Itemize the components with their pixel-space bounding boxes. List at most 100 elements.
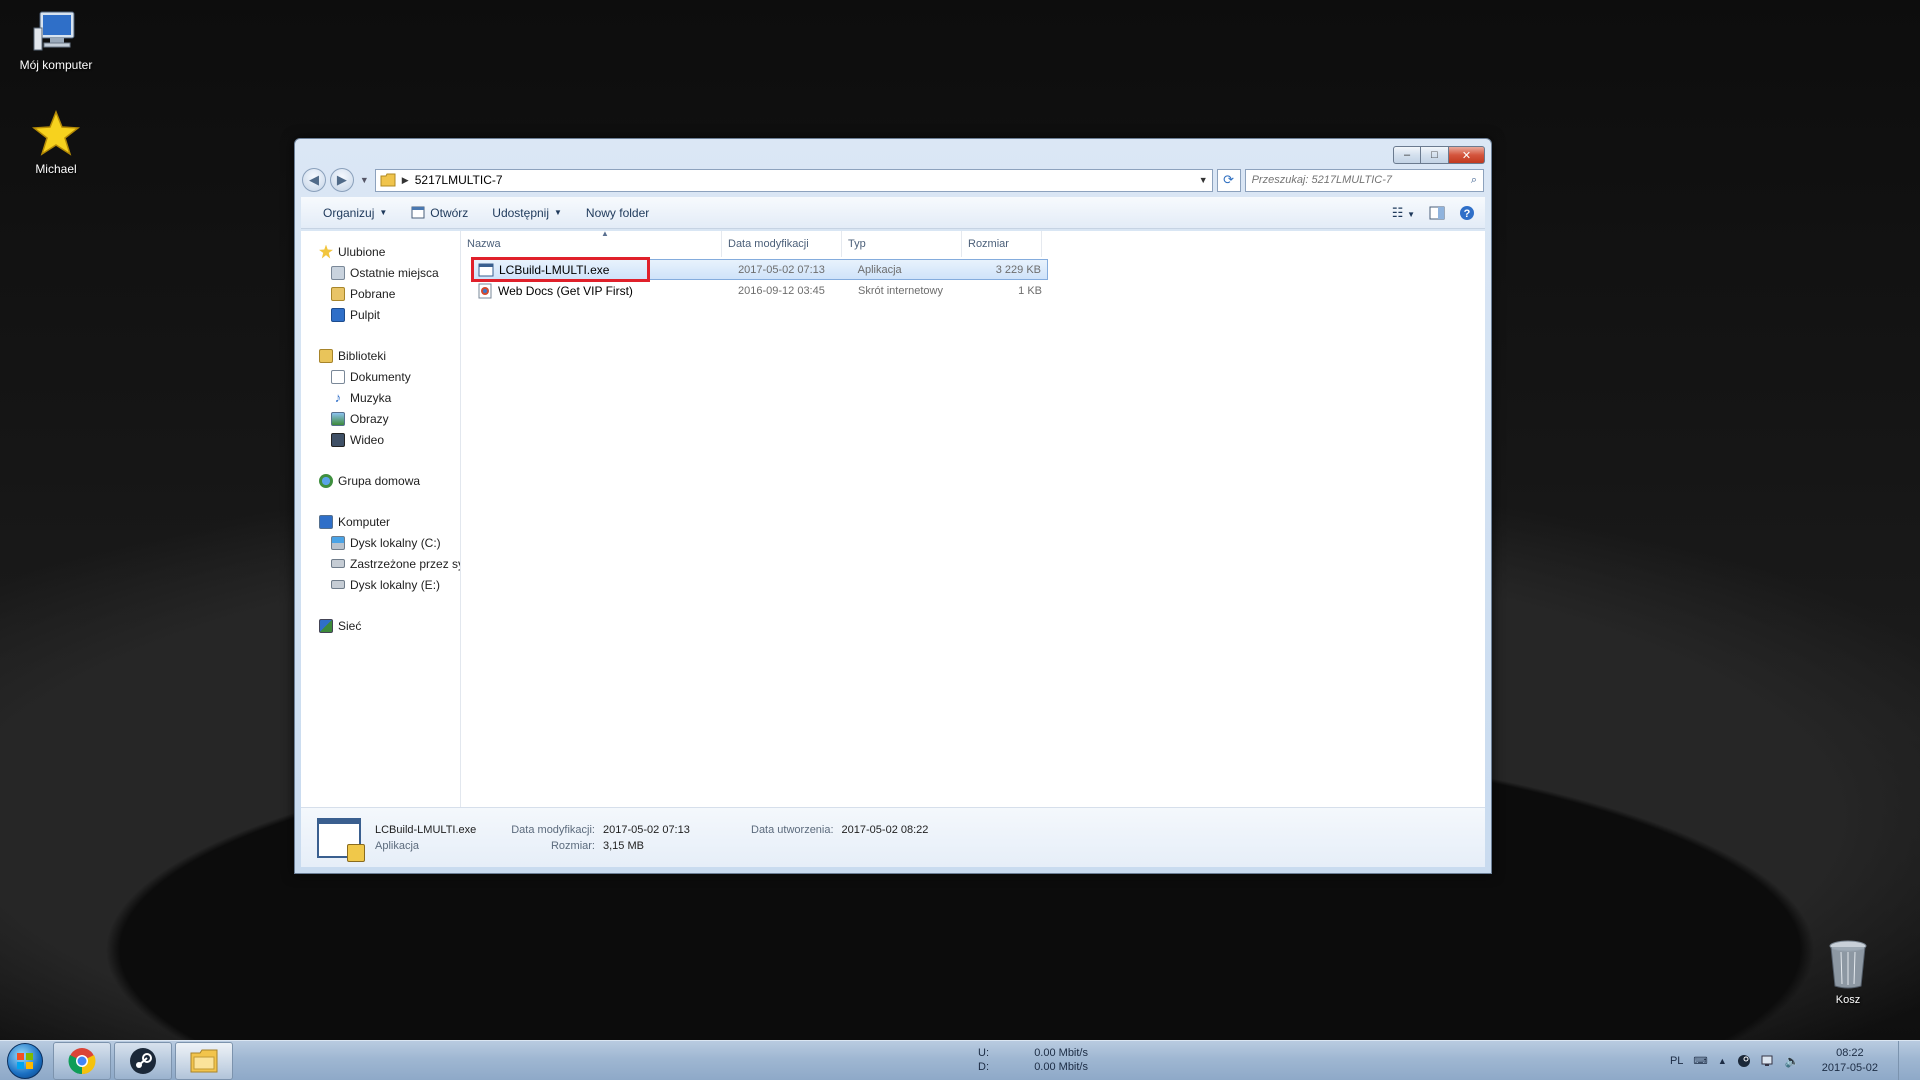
nav-videos[interactable]: Wideo: [301, 429, 460, 450]
steam-tray-icon[interactable]: [1737, 1054, 1751, 1068]
nav-network[interactable]: Sieć: [301, 615, 460, 636]
nav-label: Dokumenty: [350, 369, 411, 384]
file-explorer-icon: [190, 1049, 218, 1072]
show-desktop-button[interactable]: [1898, 1041, 1908, 1080]
nav-computer[interactable]: Komputer: [301, 511, 460, 532]
nav-desktop[interactable]: Pulpit: [301, 304, 460, 325]
help-icon[interactable]: ?: [1459, 205, 1475, 221]
forward-arrow-icon: ▶: [336, 172, 347, 187]
taskbar-steam[interactable]: [114, 1041, 172, 1080]
command-bar: Organizuj ▼ Otwórz Udostępnij ▼ Nowy fol…: [301, 197, 1485, 229]
nav-label: Biblioteki: [338, 348, 387, 363]
file-row[interactable]: LCBuild-LMULTI.exe 2017-05-02 07:13 Apli…: [471, 257, 1048, 282]
nav-drive-reserved[interactable]: Zastrzeżone przez sy: [301, 553, 460, 574]
desktop-icon-michael[interactable]: Michael: [6, 110, 106, 176]
recycle-bin-label: Kosz: [1835, 994, 1861, 1006]
nav-label: Obrazy: [350, 411, 389, 426]
star-icon: [32, 110, 80, 156]
file-name-cell: LCBuild-LMULTI.exe: [472, 263, 732, 277]
nav-pictures[interactable]: Obrazy: [301, 408, 460, 429]
nav-drive-c[interactable]: Dysk lokalny (C:): [301, 532, 460, 553]
application-large-icon: [317, 817, 365, 862]
title-bar[interactable]: – □ ✕: [295, 139, 1491, 165]
homegroup-icon: [319, 473, 333, 488]
file-row[interactable]: Web Docs (Get VIP First) 2016-09-12 03:4…: [471, 280, 1048, 301]
nav-drive-e[interactable]: Dysk lokalny (E:): [301, 574, 460, 595]
nav-label: Komputer: [338, 514, 391, 529]
search-box[interactable]: ⌕: [1244, 168, 1484, 192]
address-bar[interactable]: ▶ 5217LMULTIC-7 ▼: [374, 168, 1213, 192]
clock[interactable]: 08:22 2017-05-02: [1822, 1046, 1878, 1076]
recycle-bin[interactable]: Kosz: [1798, 940, 1898, 1006]
nav-downloads[interactable]: Pobrane: [301, 283, 460, 304]
keyboard-icon[interactable]: ⌨: [1693, 1056, 1707, 1067]
nav-label: Dysk lokalny (E:): [350, 577, 441, 592]
column-header-type[interactable]: Typ: [842, 231, 962, 257]
windows-logo-icon: [7, 1042, 43, 1079]
clock-date: 2017-05-02: [1821, 1062, 1878, 1074]
search-icon[interactable]: ⌕: [1471, 174, 1477, 187]
nav-recent-places[interactable]: Ostatnie miejsca: [301, 262, 460, 283]
desktop-icon-label: Michael: [35, 162, 77, 176]
svg-text:?: ?: [1464, 208, 1471, 220]
network-tray-icon[interactable]: [1761, 1054, 1775, 1068]
libraries-icon: [319, 348, 333, 363]
share-button[interactable]: Udostępnij ▼: [480, 197, 574, 228]
internet-shortcut-icon: [478, 283, 492, 298]
start-button[interactable]: [0, 1041, 50, 1080]
file-date: 2016-09-12 03:45: [738, 284, 825, 297]
address-row: ◀ ▶ ▼ ▶ 5217LMULTIC-7 ▼ ⟳ ⌕: [295, 165, 1491, 195]
forward-button[interactable]: ▶: [329, 168, 354, 192]
breadcrumb-chevron-icon[interactable]: ▶: [402, 175, 409, 186]
details-modified-label: Data modyfikacji:: [511, 823, 595, 836]
volume-icon[interactable]: 🔈: [1785, 1054, 1800, 1068]
nav-libraries[interactable]: Biblioteki: [301, 345, 460, 366]
new-folder-button[interactable]: Nowy folder: [574, 197, 661, 228]
back-button[interactable]: ◀: [302, 168, 326, 192]
taskbar-chrome[interactable]: [53, 1041, 111, 1080]
show-hidden-icons-icon[interactable]: ▲: [1718, 1056, 1727, 1066]
nav-documents[interactable]: Dokumenty: [301, 366, 460, 387]
file-type: Aplikacja: [857, 263, 902, 276]
music-icon: ♪: [334, 389, 342, 405]
nav-label: Pulpit: [350, 307, 381, 322]
explorer-window: – □ ✕ ◀ ▶ ▼ ▶ 5217LMULTIC-7 ▼ ⟳ ⌕ Organi…: [294, 138, 1492, 874]
desktop-icon-label: Mój komputer: [19, 58, 93, 72]
nav-music[interactable]: ♪ Muzyka: [301, 387, 460, 408]
open-button[interactable]: Otwórz: [399, 197, 480, 228]
close-button[interactable]: ✕: [1449, 146, 1485, 164]
file-type: Skrót internetowy: [858, 284, 943, 297]
breadcrumb-current[interactable]: 5217LMULTIC-7: [415, 173, 503, 187]
steam-icon: [130, 1047, 156, 1074]
system-tray: PL ⌨ ▲ 🔈 08:22 2017-05-02: [1670, 1041, 1908, 1080]
column-header-name[interactable]: Nazwa: [461, 231, 722, 257]
nav-label: Grupa domowa: [338, 473, 421, 488]
file-name: Web Docs (Get VIP First): [498, 283, 633, 298]
taskbar-file-explorer[interactable]: [175, 1041, 233, 1080]
taskbar: U: 0.00 Mbit/s D: 0.00 Mbit/s PL ⌨ ▲ 🔈 0…: [0, 1040, 1920, 1080]
download-value: 0.00 Mbit/s: [1034, 1061, 1088, 1073]
open-label: Otwórz: [430, 205, 469, 220]
system-drive-icon: [331, 535, 345, 550]
details-size-label: Rozmiar:: [550, 839, 595, 852]
view-options-icon[interactable]: ☷ ▼: [1392, 205, 1415, 221]
refresh-button[interactable]: ⟳: [1216, 168, 1241, 192]
upload-value: 0.00 Mbit/s: [1034, 1047, 1088, 1059]
column-header-size[interactable]: Rozmiar: [962, 231, 1042, 257]
nav-favorites[interactable]: Ulubione: [301, 241, 460, 262]
maximize-button[interactable]: □: [1421, 146, 1449, 164]
address-dropdown-icon[interactable]: ▼: [1199, 175, 1208, 185]
search-input[interactable]: [1251, 174, 1471, 186]
nav-label: Sieć: [338, 618, 362, 633]
nav-homegroup[interactable]: Grupa domowa: [301, 470, 460, 491]
recent-pages-dropdown[interactable]: ▼: [360, 175, 369, 185]
organize-button[interactable]: Organizuj ▼: [311, 197, 399, 228]
preview-pane-icon[interactable]: [1429, 206, 1445, 220]
desktop-icon-computer[interactable]: Mój komputer: [6, 10, 106, 72]
language-indicator[interactable]: PL: [1670, 1055, 1683, 1067]
details-file-type: Aplikacja: [375, 839, 420, 852]
minimize-button[interactable]: –: [1393, 146, 1421, 164]
navigation-pane: Ulubione Ostatnie miejsca Pobrane Pulpit: [301, 231, 461, 807]
column-header-date[interactable]: Data modyfikacji: [722, 231, 842, 257]
drive-icon: [331, 580, 345, 589]
